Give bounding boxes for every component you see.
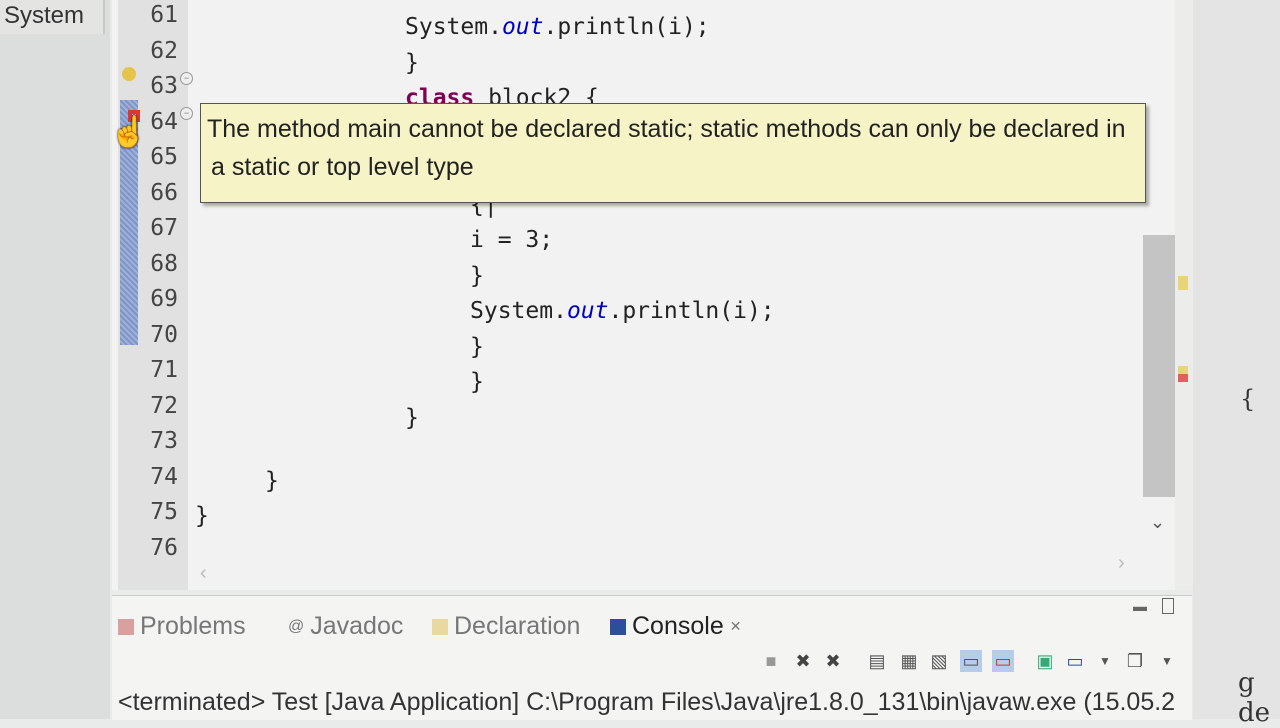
close-icon[interactable]: ✕ (730, 618, 742, 635)
line-number: 67 (150, 215, 178, 241)
code-token: out (566, 298, 609, 324)
open-console-icon[interactable]: ❐ (1124, 650, 1146, 672)
console-icon (610, 618, 626, 635)
warning-lightbulb-icon[interactable] (122, 67, 136, 81)
remove-launch-icon[interactable]: ✖ (792, 650, 814, 672)
terminate-icon[interactable]: ■ (760, 650, 782, 672)
line-number: 73 (150, 428, 178, 454)
show-stdout-icon[interactable]: ▭ (960, 650, 982, 672)
code-line[interactable]: } (265, 468, 279, 494)
line-number: 62 (150, 37, 178, 64)
right-text-fragment: g de (1238, 668, 1271, 728)
tab-label: Javadoc (310, 612, 404, 640)
tab-javadoc[interactable]: @ Javadoc (288, 612, 403, 641)
code-token: } (470, 262, 484, 289)
tab-label: Console (632, 612, 724, 640)
tooltip-text-1: The method main cannot be declared stati… (207, 115, 1126, 143)
code-token: .println(i); (543, 14, 710, 40)
code-token: } (470, 333, 484, 360)
tab-problems[interactable]: Problems (118, 612, 246, 641)
show-stderr-icon[interactable]: ▭ (992, 650, 1014, 672)
display-console-icon[interactable]: ▭ (1064, 650, 1086, 672)
code-line[interactable]: } (405, 50, 419, 76)
clear-console-icon[interactable]: ▤ (866, 650, 888, 672)
line-number: 63 (150, 73, 178, 99)
code-token: i = 3; (470, 227, 554, 253)
code-token: out (501, 14, 544, 40)
bracket-fragment: { (1240, 385, 1256, 413)
left-panel-fragment: System (0, 0, 105, 34)
scroll-down-icon[interactable]: ⌄ (1150, 512, 1165, 533)
overview-ruler[interactable] (1175, 0, 1193, 590)
tab-label: Problems (140, 612, 246, 640)
hand-cursor-icon: ☝ (110, 116, 148, 149)
remove-all-icon[interactable]: ✖ (822, 650, 844, 672)
tab-label: Declaration (454, 612, 581, 640)
code-token: .println(i); (608, 298, 775, 324)
code-token: } (470, 369, 484, 395)
line-number: 69 (150, 286, 178, 312)
code-token: } (195, 503, 209, 529)
line-number: 66 (150, 179, 178, 206)
code-token: System. (470, 298, 567, 324)
maximize-icon[interactable] (1162, 598, 1174, 614)
vertical-scrollbar-thumb[interactable] (1143, 235, 1175, 497)
problems-icon (118, 618, 134, 635)
line-number: 76 (150, 534, 178, 561)
word-wrap-icon[interactable]: ▧ (928, 650, 950, 672)
code-line[interactable]: } (470, 334, 484, 360)
code-token: } (405, 49, 419, 76)
code-line[interactable]: System.out.println(i); (405, 14, 710, 40)
line-number: 70 (150, 321, 178, 348)
tooltip-text-2: a static or top level type (211, 153, 474, 181)
scroll-lock-icon[interactable]: ▦ (898, 650, 920, 672)
fold-collapse-icon[interactable]: − (180, 107, 193, 120)
code-line[interactable]: } (405, 405, 419, 431)
chevron-down-icon[interactable]: ▼ (1094, 650, 1116, 672)
code-token: } (265, 467, 279, 494)
error-tooltip: The method main cannot be declared stati… (200, 103, 1146, 203)
tab-declaration[interactable]: Declaration (432, 612, 580, 641)
left-panel (0, 0, 110, 719)
code-line[interactable]: System.out.println(i); (470, 298, 775, 324)
scroll-right-icon[interactable]: › (1118, 552, 1125, 575)
fold-collapse-icon[interactable]: − (180, 72, 193, 85)
chevron-down-icon[interactable]: ▼ (1156, 650, 1178, 672)
at-icon: @ (288, 617, 305, 635)
error-marker[interactable] (1178, 366, 1188, 382)
line-number: 68 (150, 250, 178, 277)
warning-marker[interactable] (1178, 276, 1188, 290)
code-editor[interactable] (112, 0, 1192, 590)
code-line[interactable]: } (470, 263, 484, 289)
line-number: 75 (150, 499, 178, 525)
right-panel (1193, 0, 1280, 719)
declaration-icon (432, 618, 448, 635)
minimize-icon[interactable]: ▬ (1133, 598, 1147, 614)
line-number: 74 (150, 463, 178, 490)
scroll-left-icon[interactable]: ‹ (200, 562, 207, 585)
code-line[interactable]: } (195, 503, 209, 529)
line-number: 61 (150, 2, 178, 28)
console-status: <terminated> Test [Java Application] C:\… (118, 688, 1176, 716)
line-number: 71 (150, 357, 178, 383)
code-token: } (405, 404, 419, 431)
code-token: System. (405, 14, 502, 40)
pin-console-icon[interactable]: ▣ (1034, 650, 1056, 672)
code-line[interactable]: i = 3; (470, 227, 553, 253)
tab-console[interactable]: Console ✕ (610, 612, 741, 641)
line-number: 72 (150, 392, 178, 419)
code-line[interactable]: } (470, 369, 484, 395)
